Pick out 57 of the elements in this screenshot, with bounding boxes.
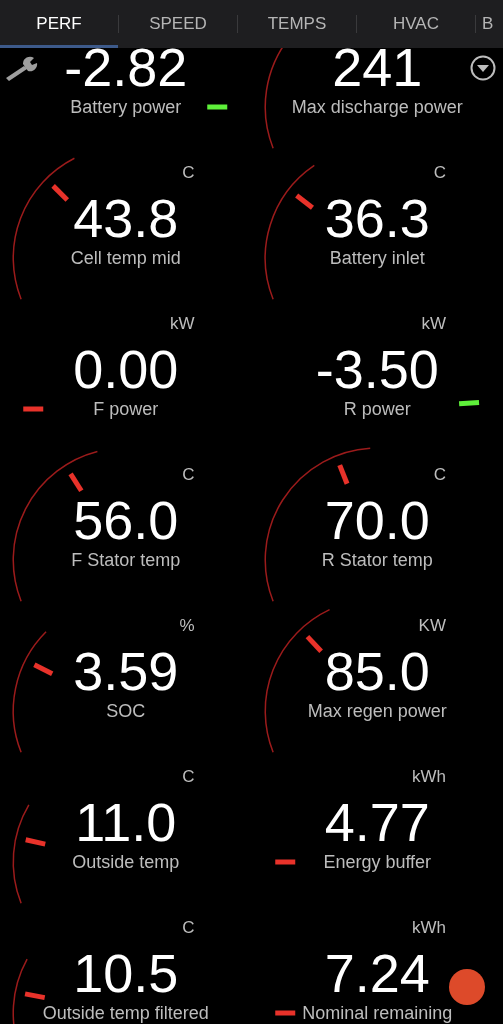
gauge-label: Energy buffer: [323, 852, 432, 872]
dropdown-icon[interactable]: [470, 55, 496, 81]
unit-label: kW: [421, 313, 446, 335]
gauge-value: -3.50: [315, 339, 439, 399]
gauge-needle: [23, 406, 44, 412]
gauge-needle: [274, 859, 295, 865]
unit-label: kWh: [412, 766, 446, 788]
gauge-needle: [33, 662, 54, 676]
unit-label: C: [433, 464, 446, 486]
tab[interactable]: B: [476, 0, 496, 48]
unit-label: C: [182, 766, 195, 788]
gauge-needle: [305, 634, 323, 653]
gauge-value: 11.0: [75, 792, 177, 852]
gauge-label: R Stator temp: [321, 550, 433, 570]
gauge-needle: [207, 104, 228, 110]
gauge-value: 7.24: [324, 943, 430, 1003]
gauge-label: Max discharge power: [291, 97, 463, 117]
gauge-label: Nominal remaining: [302, 1003, 453, 1023]
gauge-needle: [24, 991, 46, 1001]
unit-label: C: [182, 917, 195, 939]
gauge-value: 4.77: [324, 792, 430, 852]
gauge-needle: [51, 184, 70, 202]
gauge-value: 10.5: [73, 943, 179, 1003]
gauge-label: Max regen power: [307, 701, 447, 721]
record-button[interactable]: [449, 969, 485, 1005]
gauge-needle: [294, 193, 314, 210]
gauge-value: 0.00: [73, 339, 179, 399]
unit-label: %: [179, 615, 195, 637]
gauge-label: Battery power: [70, 97, 182, 117]
gauge-value: 43.8: [73, 188, 179, 248]
gauge-needle: [68, 472, 84, 493]
gauge-label: Outside temp filtered: [42, 1003, 209, 1023]
unit-label: C: [182, 162, 195, 184]
unit-label: kWh: [412, 917, 446, 939]
gauge-needle: [274, 1010, 295, 1016]
gauge-label: Battery inlet: [329, 248, 425, 268]
unit-label: C: [433, 162, 446, 184]
gauge-label: F Stator temp: [71, 550, 181, 570]
gauge-value: 85.0: [324, 641, 430, 701]
gauge-value: 70.0: [324, 490, 430, 550]
gauge-arc: [12, 958, 28, 1024]
gauge-needle: [25, 837, 46, 847]
unit-label: KW: [418, 615, 446, 637]
tab[interactable]: PERF: [0, 0, 118, 48]
gauge-value: 36.3: [324, 188, 430, 248]
gauge-value: 56.0: [73, 490, 179, 550]
gauge-label: R power: [343, 399, 411, 419]
gauge-label: F power: [93, 399, 159, 419]
gauge-needle: [336, 464, 349, 485]
gauge-label: SOC: [106, 701, 146, 721]
unit-label: kW: [169, 313, 195, 335]
gauge-needle: [458, 400, 479, 407]
unit-label: C: [182, 464, 195, 486]
gauge-label: Outside temp: [72, 852, 180, 872]
wrench-icon[interactable]: [4, 56, 40, 82]
gauge-value: 3.59: [73, 641, 179, 701]
gauge-label: Cell temp mid: [70, 248, 181, 268]
